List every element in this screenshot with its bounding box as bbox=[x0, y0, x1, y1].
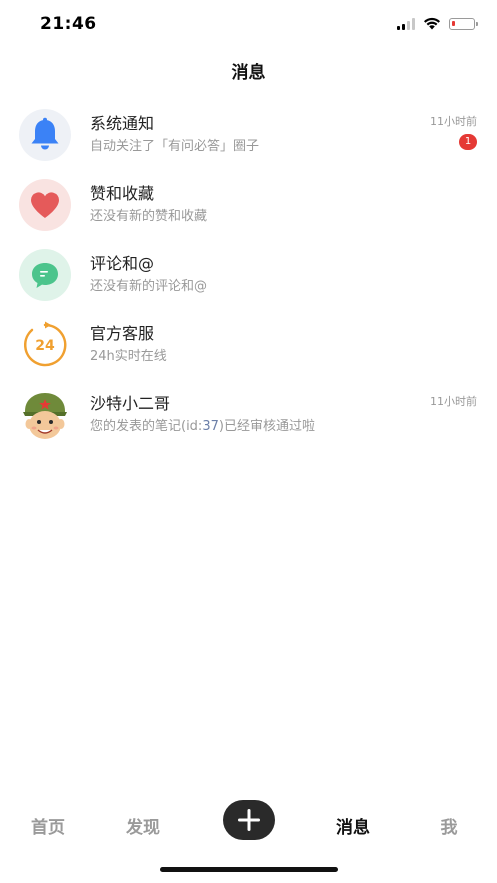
page-title: 消息 bbox=[231, 63, 266, 83]
tab-me[interactable]: 我 bbox=[441, 813, 458, 838]
status-time: 21:46 bbox=[40, 14, 97, 34]
home-indicator[interactable] bbox=[160, 867, 338, 872]
plus-icon bbox=[238, 809, 260, 831]
tab-messages[interactable]: 消息 bbox=[336, 813, 370, 838]
message-preview: 还没有新的评论和@ bbox=[90, 279, 208, 294]
message-preview-prefix: 您的发表的笔记(id: bbox=[90, 419, 203, 434]
message-title: 沙特小二哥 bbox=[90, 394, 171, 413]
message-preview: 自动关注了「有问必答」圈子 bbox=[90, 139, 260, 154]
soldier-avatar-icon bbox=[19, 389, 71, 441]
message-list: 系统通知 自动关注了「有问必答」圈子 11小时前 1 赞和收藏 还没有新的赞和收… bbox=[0, 100, 497, 450]
tab-discover[interactable]: 发现 bbox=[126, 813, 160, 838]
clock-24-icon: 24 bbox=[19, 319, 71, 371]
message-title: 赞和收藏 bbox=[90, 184, 155, 203]
battery-level bbox=[452, 20, 455, 26]
heart-icon bbox=[19, 179, 71, 231]
list-item-comments[interactable]: 评论和@ 还没有新的评论和@ bbox=[0, 240, 497, 310]
message-title: 官方客服 bbox=[90, 324, 155, 343]
list-item-customer-service[interactable]: 24 官方客服 24h实时在线 bbox=[0, 310, 497, 380]
signal-icon bbox=[397, 17, 415, 30]
bell-icon bbox=[19, 109, 71, 161]
message-time: 11小时前 bbox=[430, 395, 477, 408]
clock-24-label: 24 bbox=[35, 338, 55, 354]
list-item-likes[interactable]: 赞和收藏 还没有新的赞和收藏 bbox=[0, 170, 497, 240]
status-bar: 21:46 bbox=[0, 0, 497, 50]
tab-home[interactable]: 首页 bbox=[31, 813, 65, 838]
list-item-system-notice[interactable]: 系统通知 自动关注了「有问必答」圈子 11小时前 1 bbox=[0, 100, 497, 170]
message-preview: 还没有新的赞和收藏 bbox=[90, 209, 208, 224]
unread-badge: 1 bbox=[459, 134, 477, 150]
message-time: 11小时前 bbox=[430, 115, 477, 128]
add-post-button[interactable] bbox=[223, 800, 275, 840]
message-title: 评论和@ bbox=[90, 254, 155, 273]
comment-icon bbox=[19, 249, 71, 301]
list-item-user-chat[interactable]: 沙特小二哥 您的发表的笔记(id:37)已经审核通过啦 11小时前 bbox=[0, 380, 497, 450]
message-title: 系统通知 bbox=[90, 114, 155, 133]
wifi-icon bbox=[424, 17, 440, 30]
battery-icon bbox=[449, 17, 478, 30]
message-preview: 您的发表的笔记(id:37)已经审核通过啦 bbox=[90, 415, 315, 434]
message-preview-suffix: )已经审核通过啦 bbox=[218, 419, 315, 434]
message-preview: 24h实时在线 bbox=[90, 349, 167, 364]
tab-bar: 首页 发现 消息 我 bbox=[0, 795, 497, 853]
note-id: 37 bbox=[202, 419, 219, 434]
status-icons bbox=[397, 17, 478, 30]
